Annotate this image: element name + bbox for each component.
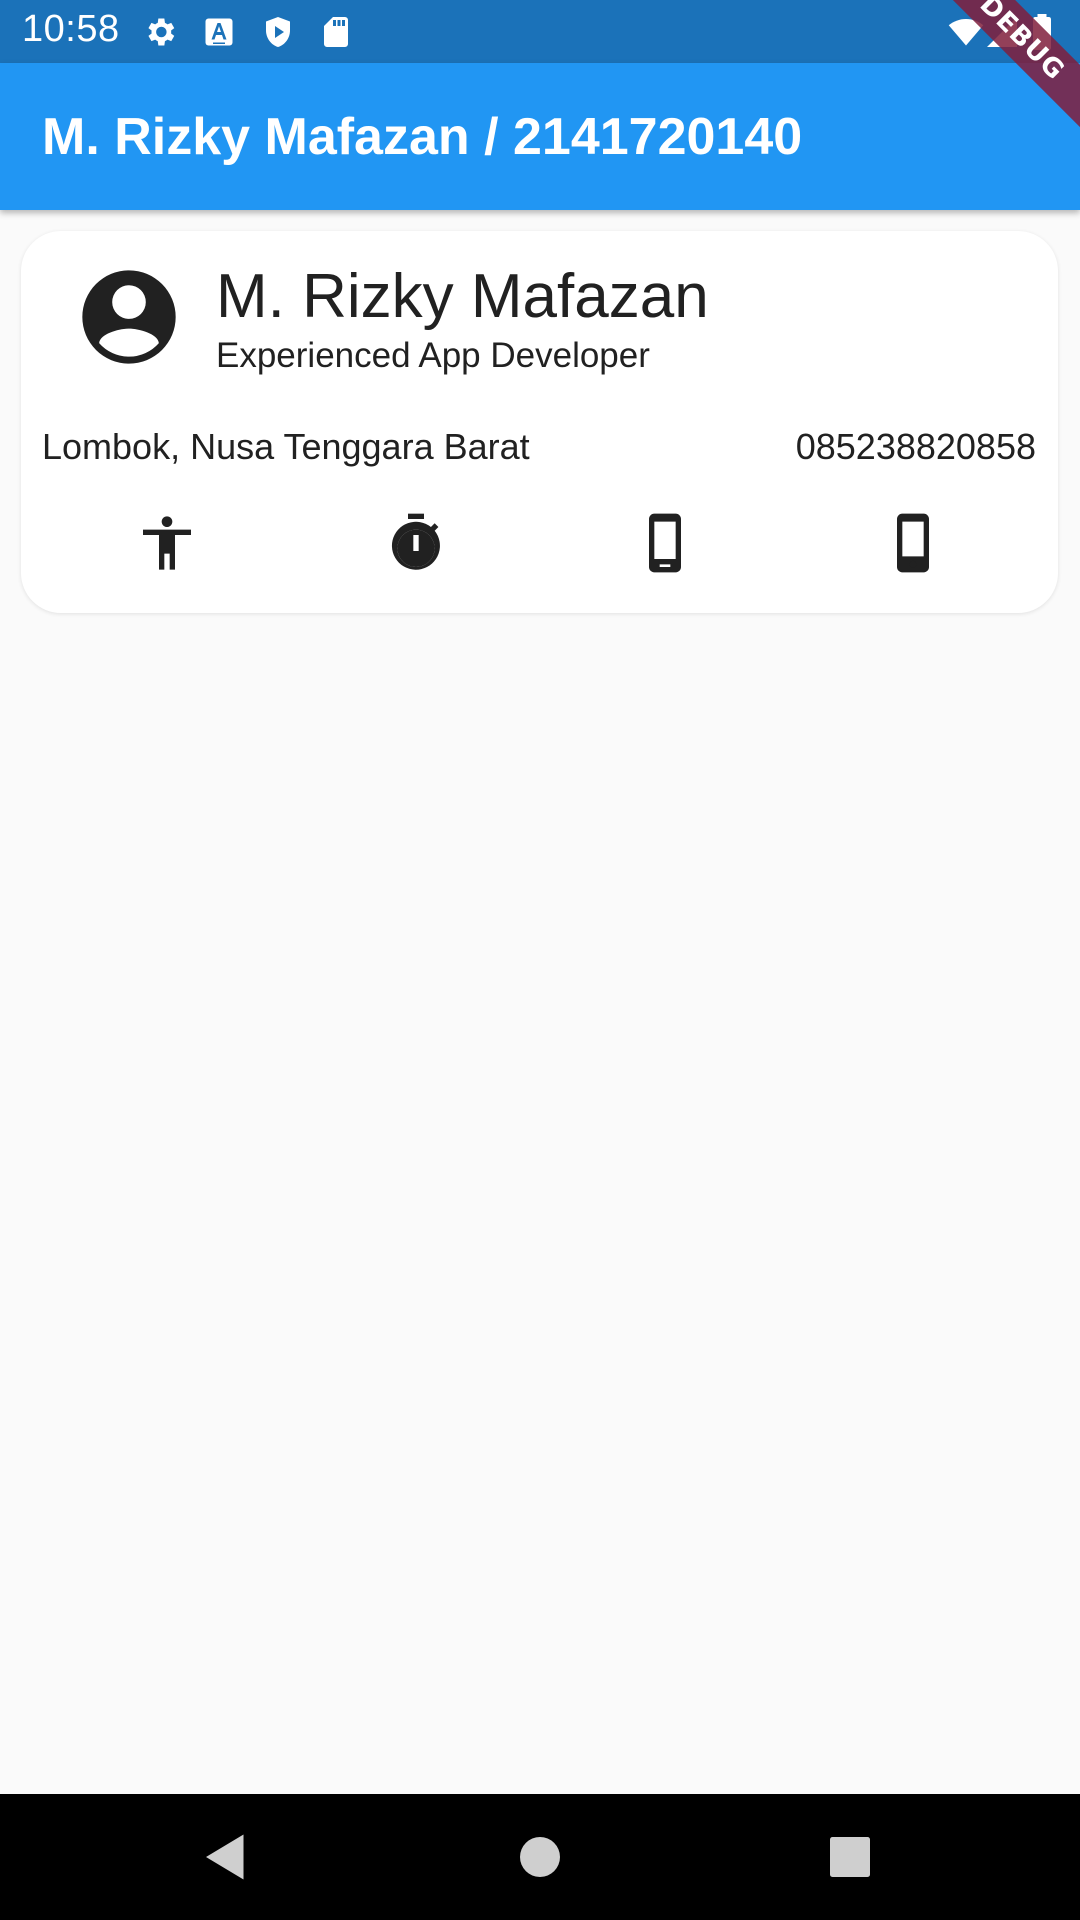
system-nav-bar	[0, 1794, 1080, 1920]
timer-icon[interactable]	[384, 511, 448, 575]
status-time: 10:58	[22, 8, 120, 50]
home-icon[interactable]	[510, 1827, 570, 1887]
app-bar: M. Rizky Mafazan / 2141720140	[0, 63, 1080, 210]
sd-card-icon	[318, 14, 354, 50]
profile-card: M. Rizky Mafazan Experienced App Develop…	[21, 231, 1058, 613]
recents-icon[interactable]	[820, 1827, 880, 1887]
shield-play-icon	[260, 14, 296, 50]
account-circle-icon	[73, 261, 185, 373]
smartphone-icon[interactable]	[633, 511, 697, 575]
profile-name: M. Rizky Mafazan	[216, 262, 709, 331]
phone-number: 085238820858	[795, 426, 1036, 467]
profile-role: Experienced App Developer	[216, 336, 650, 375]
gear-icon	[142, 14, 178, 50]
font-a-icon	[201, 14, 237, 50]
phone-android-icon[interactable]	[881, 511, 945, 575]
location-text: Lombok, Nusa Tenggara Barat	[42, 426, 530, 467]
accessibility-icon[interactable]	[135, 511, 199, 575]
back-icon[interactable]	[196, 1827, 256, 1887]
app-bar-title: M. Rizky Mafazan / 2141720140	[42, 108, 803, 166]
status-bar: 10:58	[0, 0, 1080, 63]
